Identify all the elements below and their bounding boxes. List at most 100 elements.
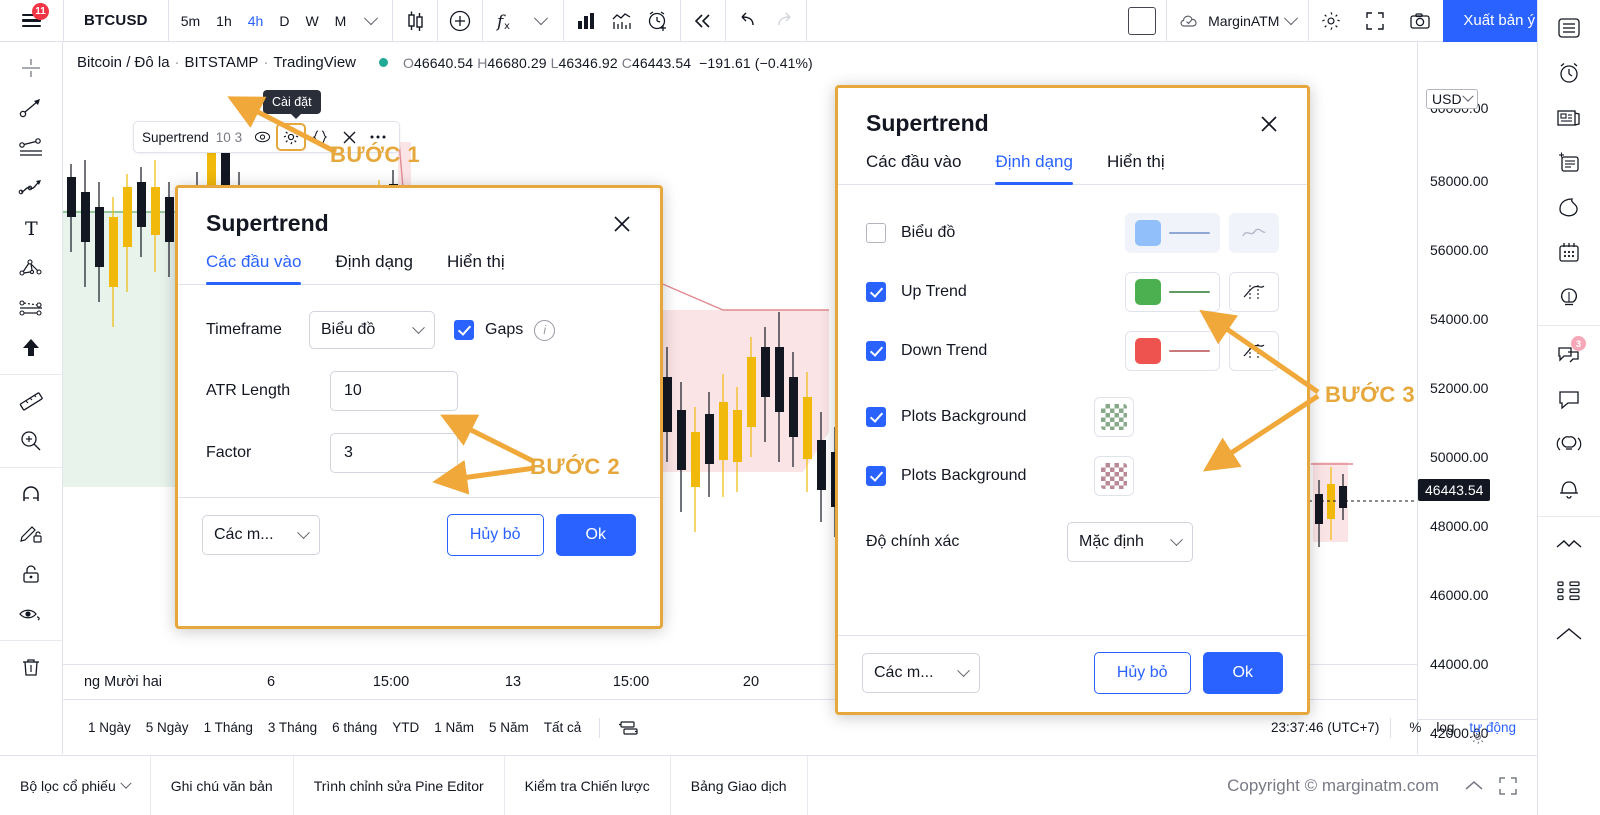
resolution-W[interactable]: W [297, 9, 326, 33]
factor-input[interactable]: 3 [330, 433, 458, 473]
bottom-item-strategy-tester[interactable]: Kiểm tra Chiến lược [505, 756, 671, 815]
layout-select-icon[interactable] [1118, 5, 1166, 37]
crosshair-icon[interactable] [9, 48, 53, 88]
snapshot-camera-icon[interactable] [1397, 5, 1443, 37]
trend-line-icon[interactable] [9, 88, 53, 128]
expand-panel-icon[interactable] [1491, 770, 1525, 802]
collapse-panel-icon[interactable] [1457, 770, 1491, 802]
symbol-search[interactable]: BTCUSD [64, 0, 169, 41]
line-chart-icon[interactable] [605, 5, 639, 37]
resolution-1h[interactable]: 1h [208, 9, 240, 33]
indicators-chevron-down-icon[interactable] [524, 5, 558, 37]
ideas-icon[interactable] [1546, 275, 1592, 320]
news-icon[interactable] [1546, 95, 1592, 140]
price-axis[interactable]: USD 60000.00 58000.00 56000.00 54000.00 … [1417, 42, 1538, 754]
parallel-channel-icon[interactable] [9, 128, 53, 168]
range-1d[interactable]: 1 Ngày [81, 716, 138, 739]
scale-auto-option[interactable]: tự động [1462, 716, 1523, 739]
drawing-lock-icon[interactable] [9, 514, 53, 554]
hide-drawings-icon[interactable] [9, 594, 53, 634]
atr-length-input[interactable]: 10 [330, 371, 458, 411]
tab-style[interactable]: Định dạng [335, 252, 413, 284]
magnet-icon[interactable] [9, 474, 53, 514]
chart-settings-gear-icon[interactable] [1309, 5, 1353, 37]
chevron-collapse-icon[interactable] [1546, 522, 1592, 567]
main-menu-button[interactable]: 11 [0, 0, 64, 41]
broadcast-icon[interactable] [1546, 421, 1592, 466]
eye-icon[interactable] [249, 125, 275, 149]
lock-icon[interactable] [9, 554, 53, 594]
currency-selector[interactable]: USD [1426, 89, 1478, 109]
range-1m[interactable]: 1 Tháng [197, 716, 260, 739]
calendar-icon[interactable] [1546, 230, 1592, 275]
bottom-item-text-notes[interactable]: Ghi chú văn bản [151, 756, 294, 815]
gaps-info-icon[interactable]: i [534, 319, 556, 341]
uptrend-color-button[interactable] [1125, 272, 1220, 312]
range-1y[interactable]: 1 Năm [427, 716, 481, 739]
range-ytd[interactable]: YTD [385, 716, 426, 739]
pitchfork-icon[interactable] [9, 168, 53, 208]
fullscreen-icon[interactable] [1353, 5, 1397, 37]
style-tab-inputs[interactable]: Các đầu vào [866, 152, 961, 184]
style-tab-style[interactable]: Định dạng [995, 152, 1073, 185]
downtrend-linestyle-button[interactable] [1229, 331, 1279, 371]
plots-background-2-color-button[interactable] [1094, 456, 1134, 496]
inputs-ok-button[interactable]: Ok [555, 514, 636, 556]
uptrend-linestyle-button[interactable] [1229, 272, 1279, 312]
notification-bell-icon[interactable] [1546, 466, 1592, 511]
goto-date-icon[interactable] [611, 712, 645, 744]
scale-log-option[interactable]: log [1429, 716, 1461, 739]
bottom-item-screener[interactable]: Bộ lọc cổ phiếu [0, 756, 151, 815]
range-5y[interactable]: 5 Năm [482, 716, 536, 739]
precision-select[interactable]: Mặc định [1067, 522, 1193, 562]
scale-percent-option[interactable]: % [1402, 716, 1428, 739]
settings-gear-icon[interactable] [276, 123, 307, 151]
chat-icon[interactable]: 3 [1546, 331, 1592, 376]
bottom-item-pine-editor[interactable]: Trình chỉnh sửa Pine Editor [294, 756, 505, 815]
alerts-icon[interactable] [1546, 50, 1592, 95]
alarm-plus-icon[interactable] [641, 5, 675, 37]
hotlist-icon[interactable] [1546, 185, 1592, 230]
range-3m[interactable]: 3 Tháng [261, 716, 324, 739]
chart-checkbox[interactable] [866, 223, 886, 243]
inputs-dialog-close-icon[interactable] [608, 210, 636, 238]
private-chat-icon[interactable] [1546, 376, 1592, 421]
bar-chart-icon[interactable] [569, 5, 603, 37]
range-5d[interactable]: 5 Ngày [139, 716, 196, 739]
style-tab-visibility[interactable]: Hiển thị [1107, 152, 1165, 184]
range-all[interactable]: Tất cả [537, 716, 589, 739]
indicators-fx-icon[interactable]: fx [488, 5, 522, 37]
zoom-in-icon[interactable] [9, 421, 53, 461]
style-cancel-button[interactable]: Hủy bỏ [1093, 652, 1191, 694]
undo-icon[interactable] [731, 5, 765, 37]
settings-icon[interactable] [1546, 612, 1592, 657]
range-6m[interactable]: 6 tháng [325, 716, 384, 739]
plus-circle-icon[interactable] [443, 5, 477, 37]
account-menu[interactable]: MarginATM [1166, 0, 1310, 41]
downtrend-color-button[interactable] [1125, 331, 1220, 371]
object-tree-icon[interactable] [1546, 567, 1592, 612]
arrow-up-icon[interactable] [9, 328, 53, 368]
style-ok-button[interactable]: Ok [1202, 652, 1283, 694]
chart-color-button[interactable] [1125, 213, 1220, 253]
resolution-D[interactable]: D [271, 9, 297, 33]
plots-background-2-checkbox[interactable] [866, 466, 886, 486]
bottom-item-trading-panel[interactable]: Bảng Giao dịch [671, 756, 808, 815]
resolution-M[interactable]: M [327, 9, 355, 33]
rewind-icon[interactable] [686, 5, 720, 37]
plots-background-1-checkbox[interactable] [866, 407, 886, 427]
style-defaults-select[interactable]: Các m... [862, 653, 980, 693]
redo-icon[interactable] [767, 5, 801, 37]
downtrend-checkbox[interactable] [866, 341, 886, 361]
resolution-4h[interactable]: 4h [240, 9, 272, 33]
watchlist-icon[interactable] [1546, 5, 1592, 50]
inputs-defaults-select[interactable]: Các m... [202, 515, 320, 555]
gaps-checkbox[interactable] [454, 320, 474, 340]
trash-icon[interactable] [9, 647, 53, 687]
gann-fan-icon[interactable] [9, 248, 53, 288]
timeframe-select[interactable]: Biểu đồ [309, 311, 435, 349]
text-icon[interactable]: T [9, 208, 53, 248]
data-window-icon[interactable] [1546, 140, 1592, 185]
tab-visibility[interactable]: Hiển thị [447, 252, 505, 284]
inputs-cancel-button[interactable]: Hủy bỏ [446, 514, 544, 556]
